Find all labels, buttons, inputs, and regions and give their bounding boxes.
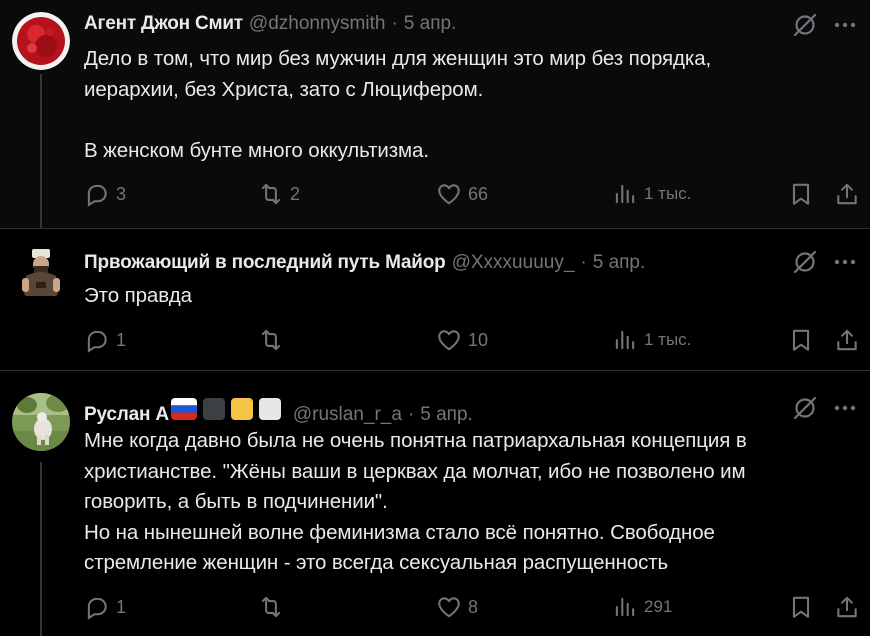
author-name[interactable]: Руслан А: [84, 404, 169, 426]
grok-icon[interactable]: [792, 12, 818, 38]
separator: ·: [391, 13, 398, 34]
action-bar: 1 8 291: [84, 594, 860, 624]
heart-icon: [438, 597, 460, 618]
repost-button[interactable]: [258, 594, 290, 620]
post-2[interactable]: Првожающий в последний путь Майор @Xxxxu…: [0, 229, 870, 370]
views-button[interactable]: 1 тыс.: [612, 327, 691, 353]
reply-button[interactable]: 1: [84, 327, 126, 353]
separator: ·: [407, 404, 415, 425]
russia-flag-icon: [170, 398, 197, 420]
bookmark-button[interactable]: [788, 327, 814, 353]
like-count: 66: [468, 183, 489, 204]
repost-button[interactable]: [258, 327, 290, 353]
post-date[interactable]: 5 апр.: [404, 13, 457, 35]
more-icon[interactable]: [832, 249, 858, 275]
share-button[interactable]: [834, 181, 860, 207]
bookmark-icon: [792, 183, 810, 205]
post-3[interactable]: Руслан А @ruslan_r_a · 5 апр. Мне когда …: [0, 370, 870, 636]
reply-button[interactable]: 1: [84, 594, 126, 620]
like-button[interactable]: 10: [436, 327, 488, 353]
bookmark-icon: [792, 329, 810, 351]
share-button[interactable]: [834, 327, 860, 353]
share-icon: [837, 183, 857, 205]
reply-count: 1: [116, 329, 127, 350]
repost-icon: [261, 183, 281, 205]
avatar[interactable]: [12, 12, 70, 70]
post-1[interactable]: Агент Джон Смит @dzhonnysmith · 5 апр. Д…: [0, 0, 870, 228]
repost-icon: [261, 596, 281, 618]
reply-icon: [87, 330, 107, 353]
post-text: Дело в том, что мир без мужчин для женщи…: [84, 47, 712, 162]
like-count: 10: [468, 329, 489, 350]
thread-line: [40, 462, 42, 636]
views-chart-icon: [615, 184, 635, 204]
repost-count: 2: [290, 183, 301, 204]
post-text: Мне когда давно была не очень понятна па…: [84, 429, 747, 574]
like-button[interactable]: 66: [436, 181, 488, 207]
dark-square-emoji: [202, 398, 225, 420]
avatar-image: [12, 242, 70, 300]
like-count: 8: [468, 596, 479, 617]
bookmark-button[interactable]: [788, 594, 814, 620]
views-chart-icon: [615, 597, 635, 617]
reply-count: 3: [116, 183, 127, 204]
separator: ·: [580, 252, 587, 273]
views-count: 1 тыс.: [644, 184, 692, 203]
views-button[interactable]: 1 тыс.: [612, 181, 691, 207]
action-bar: 3 2 66 1 тыс.: [84, 181, 860, 211]
views-button[interactable]: 291: [612, 594, 672, 620]
views-count: 1 тыс.: [644, 330, 692, 349]
author-handle[interactable]: @dzhonnysmith: [249, 13, 386, 35]
post-date[interactable]: 5 апр.: [593, 252, 646, 274]
reply-button[interactable]: 3: [84, 181, 126, 207]
bookmark-button[interactable]: [788, 181, 814, 207]
avatar-image: [12, 12, 70, 70]
repost-button[interactable]: 2: [258, 181, 300, 207]
grok-icon[interactable]: [792, 249, 818, 275]
avatar-image: [12, 393, 70, 451]
author-name[interactable]: Агент Джон Смит: [84, 13, 243, 35]
bookmark-icon: [792, 596, 810, 618]
avatar[interactable]: [12, 242, 70, 300]
yellow-square-emoji: [230, 398, 253, 420]
more-icon[interactable]: [832, 12, 858, 38]
views-chart-icon: [615, 330, 635, 350]
reply-count: 1: [116, 596, 127, 617]
author-handle[interactable]: @ruslan_r_a: [293, 404, 402, 426]
share-button[interactable]: [834, 594, 860, 620]
views-count: 291: [644, 597, 673, 616]
avatar[interactable]: [12, 393, 70, 451]
action-bar: 1 10 1 тыс.: [84, 327, 860, 357]
heart-icon: [438, 330, 460, 351]
author-name[interactable]: Првожающий в последний путь Майор: [84, 252, 446, 274]
grok-icon[interactable]: [792, 395, 818, 421]
share-icon: [837, 596, 857, 618]
post-text: Это правда: [84, 284, 192, 307]
heart-icon: [438, 184, 460, 205]
repost-icon: [261, 329, 281, 351]
more-icon[interactable]: [832, 395, 858, 421]
author-handle[interactable]: @Xxxxuuuuy_: [452, 252, 575, 274]
reply-icon: [87, 597, 107, 620]
like-button[interactable]: 8: [436, 594, 478, 620]
share-icon: [837, 329, 857, 351]
white-square-emoji: [258, 398, 281, 420]
thread-line: [40, 74, 42, 228]
post-date[interactable]: 5 апр.: [420, 404, 473, 426]
reply-icon: [87, 184, 107, 207]
